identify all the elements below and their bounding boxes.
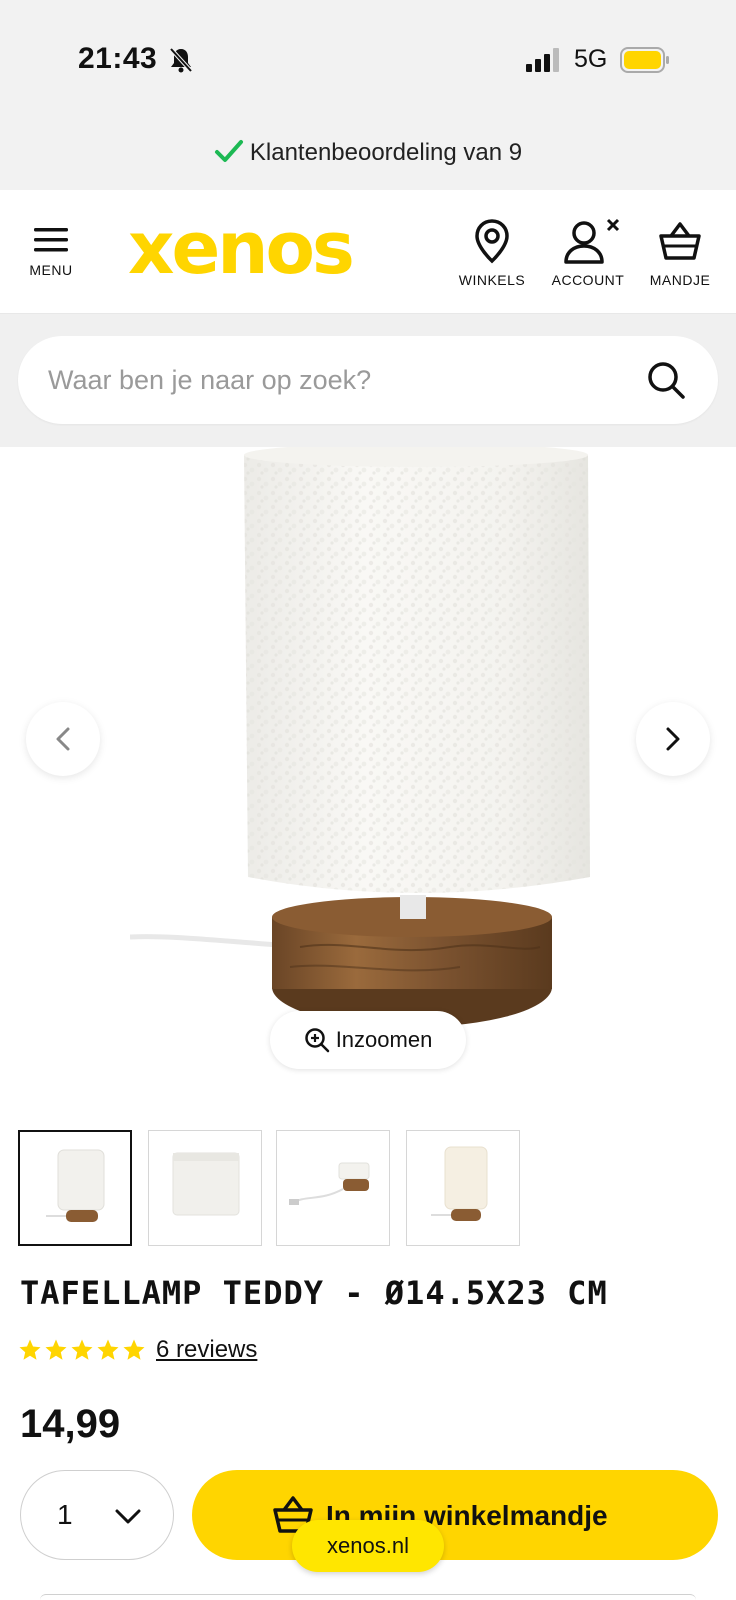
product-price: 14,99	[20, 1402, 121, 1446]
cell-signal-icon	[526, 48, 559, 72]
add-to-cart-button[interactable]: In mijn winkelmandje	[192, 1470, 718, 1560]
reviews-link[interactable]: 6 reviews	[156, 1336, 257, 1364]
star-icon	[71, 1339, 93, 1360]
quantity-select[interactable]: 1	[20, 1470, 174, 1560]
star-icon	[19, 1339, 41, 1360]
thumbnail-image	[172, 1152, 240, 1216]
location-pin-icon	[475, 219, 509, 264]
thumbnail-3[interactable]	[276, 1130, 390, 1246]
user-icon	[564, 218, 620, 264]
rating-stars	[18, 1338, 146, 1362]
trust-banner: Klantenbeoordeling van 9	[0, 120, 736, 190]
thumbnail-image	[431, 1146, 488, 1221]
quantity-value: 1	[57, 1499, 73, 1530]
product-image-gallery: Inzoomen	[0, 447, 736, 1077]
thumbnail-1[interactable]	[18, 1130, 132, 1246]
status-bar: 21:43 5G	[0, 0, 736, 120]
thumbnail-2[interactable]	[148, 1130, 262, 1246]
network-type: 5G	[574, 45, 608, 73]
search-bar-container	[0, 314, 736, 447]
thumbnail-strip	[18, 1130, 718, 1246]
thumbnail-image	[289, 1162, 370, 1205]
chevron-left-icon	[56, 727, 70, 751]
account-button[interactable]: ACCOUNT	[546, 218, 630, 288]
thumbnail-image	[46, 1149, 105, 1222]
site-header: MENU xenos WINKELS ACCOUNT MANDJE	[0, 190, 736, 314]
zoom-label: Inzoomen	[335, 1027, 433, 1052]
search-icon[interactable]	[646, 360, 686, 400]
next-image-button[interactable]	[636, 702, 710, 776]
hamburger-icon	[34, 228, 68, 252]
star-icon	[45, 1339, 67, 1360]
star-icon	[97, 1339, 119, 1360]
menu-button[interactable]: MENU	[26, 226, 76, 278]
zoom-in-icon	[304, 1028, 329, 1053]
stores-label: WINKELS	[458, 272, 526, 288]
cart-button[interactable]: MANDJE	[644, 218, 716, 288]
basket-icon	[659, 222, 701, 260]
account-label: ACCOUNT	[551, 272, 625, 288]
cart-label: MANDJE	[649, 272, 711, 288]
next-section-edge	[40, 1594, 696, 1600]
star-icon	[123, 1339, 145, 1360]
chevron-right-icon	[666, 727, 680, 751]
browser-url-pill[interactable]: xenos.nl	[292, 1520, 444, 1572]
checkmark-icon	[214, 140, 243, 162]
status-time: 21:43	[78, 42, 158, 75]
thumbnail-4[interactable]	[406, 1130, 520, 1246]
chevron-down-icon	[115, 1509, 141, 1524]
search-input[interactable]	[48, 358, 628, 402]
search-box[interactable]	[18, 336, 718, 424]
xenos-logo[interactable]: xenos	[128, 212, 355, 284]
product-image[interactable]	[130, 447, 610, 1047]
previous-image-button[interactable]	[26, 702, 100, 776]
stores-button[interactable]: WINKELS	[454, 218, 530, 288]
bell-muted-icon	[169, 47, 193, 73]
battery-icon	[620, 47, 669, 73]
product-title: TAFELLAMP TEDDY - Ø14.5X23 CM	[20, 1274, 608, 1312]
trust-text: Klantenbeoordeling van 9	[249, 139, 523, 166]
menu-label: MENU	[29, 262, 73, 278]
zoom-button[interactable]: Inzoomen	[270, 1011, 466, 1069]
